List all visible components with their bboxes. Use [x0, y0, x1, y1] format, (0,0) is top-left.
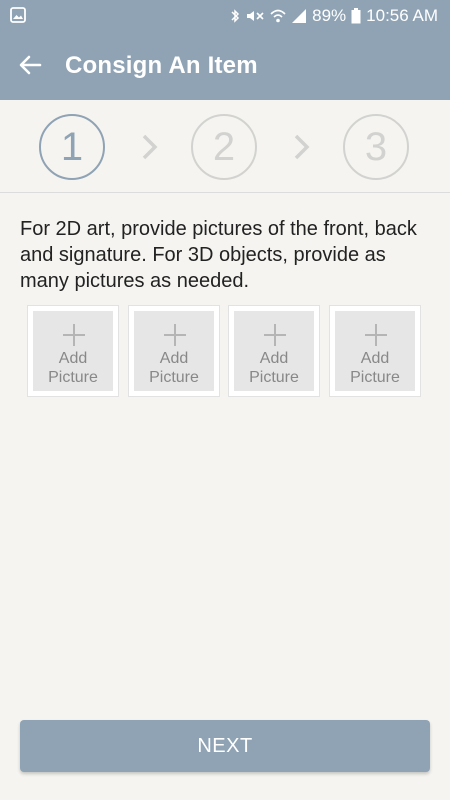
clock: 10:56 AM: [366, 6, 438, 25]
battery-icon: [351, 8, 361, 24]
chevron-right-icon: [294, 134, 310, 160]
add-picture-button[interactable]: Add Picture: [329, 305, 421, 397]
stepper: 1 2 3: [0, 100, 450, 192]
status-bar: 89% 10:56 AM: [0, 0, 450, 32]
add-picture-button[interactable]: Add Picture: [27, 305, 119, 397]
picture-placeholder: Add Picture: [134, 311, 214, 391]
mute-icon: [247, 11, 264, 21]
signal-icon: [292, 9, 307, 23]
instructions-text: For 2D art, provide pictures of the fron…: [20, 218, 417, 292]
picture-placeholder: Add Picture: [33, 311, 113, 391]
add-picture-button[interactable]: Add Picture: [128, 305, 220, 397]
next-button[interactable]: NEXT: [20, 720, 430, 772]
wifi-icon: [270, 9, 286, 23]
add-picture-button[interactable]: Add Picture: [228, 305, 320, 397]
step-1: 1: [39, 114, 105, 180]
gallery-icon: [10, 7, 26, 23]
page-title: Consign An Item: [65, 52, 258, 79]
add-picture-label: Add Picture: [350, 350, 400, 386]
picture-placeholder: Add Picture: [234, 311, 314, 391]
add-picture-label: Add Picture: [48, 350, 98, 386]
plus-icon: [264, 324, 286, 346]
arrow-back-icon: [19, 55, 42, 75]
add-picture-label: Add Picture: [149, 350, 199, 386]
picture-placeholder: Add Picture: [335, 311, 415, 391]
step-3: 3: [343, 114, 409, 180]
plus-icon: [365, 324, 387, 346]
plus-icon: [164, 324, 186, 346]
step-2: 2: [191, 114, 257, 180]
battery-percent: 89%: [312, 6, 347, 25]
status-icons: 89% 10:56 AM: [230, 0, 438, 32]
back-button[interactable]: [14, 49, 46, 81]
plus-icon: [63, 324, 85, 346]
add-picture-label: Add Picture: [249, 350, 299, 386]
app-bar: Consign An Item: [0, 32, 450, 100]
bluetooth-icon: [231, 9, 240, 23]
chevron-right-icon: [142, 134, 158, 160]
divider: [0, 192, 450, 193]
